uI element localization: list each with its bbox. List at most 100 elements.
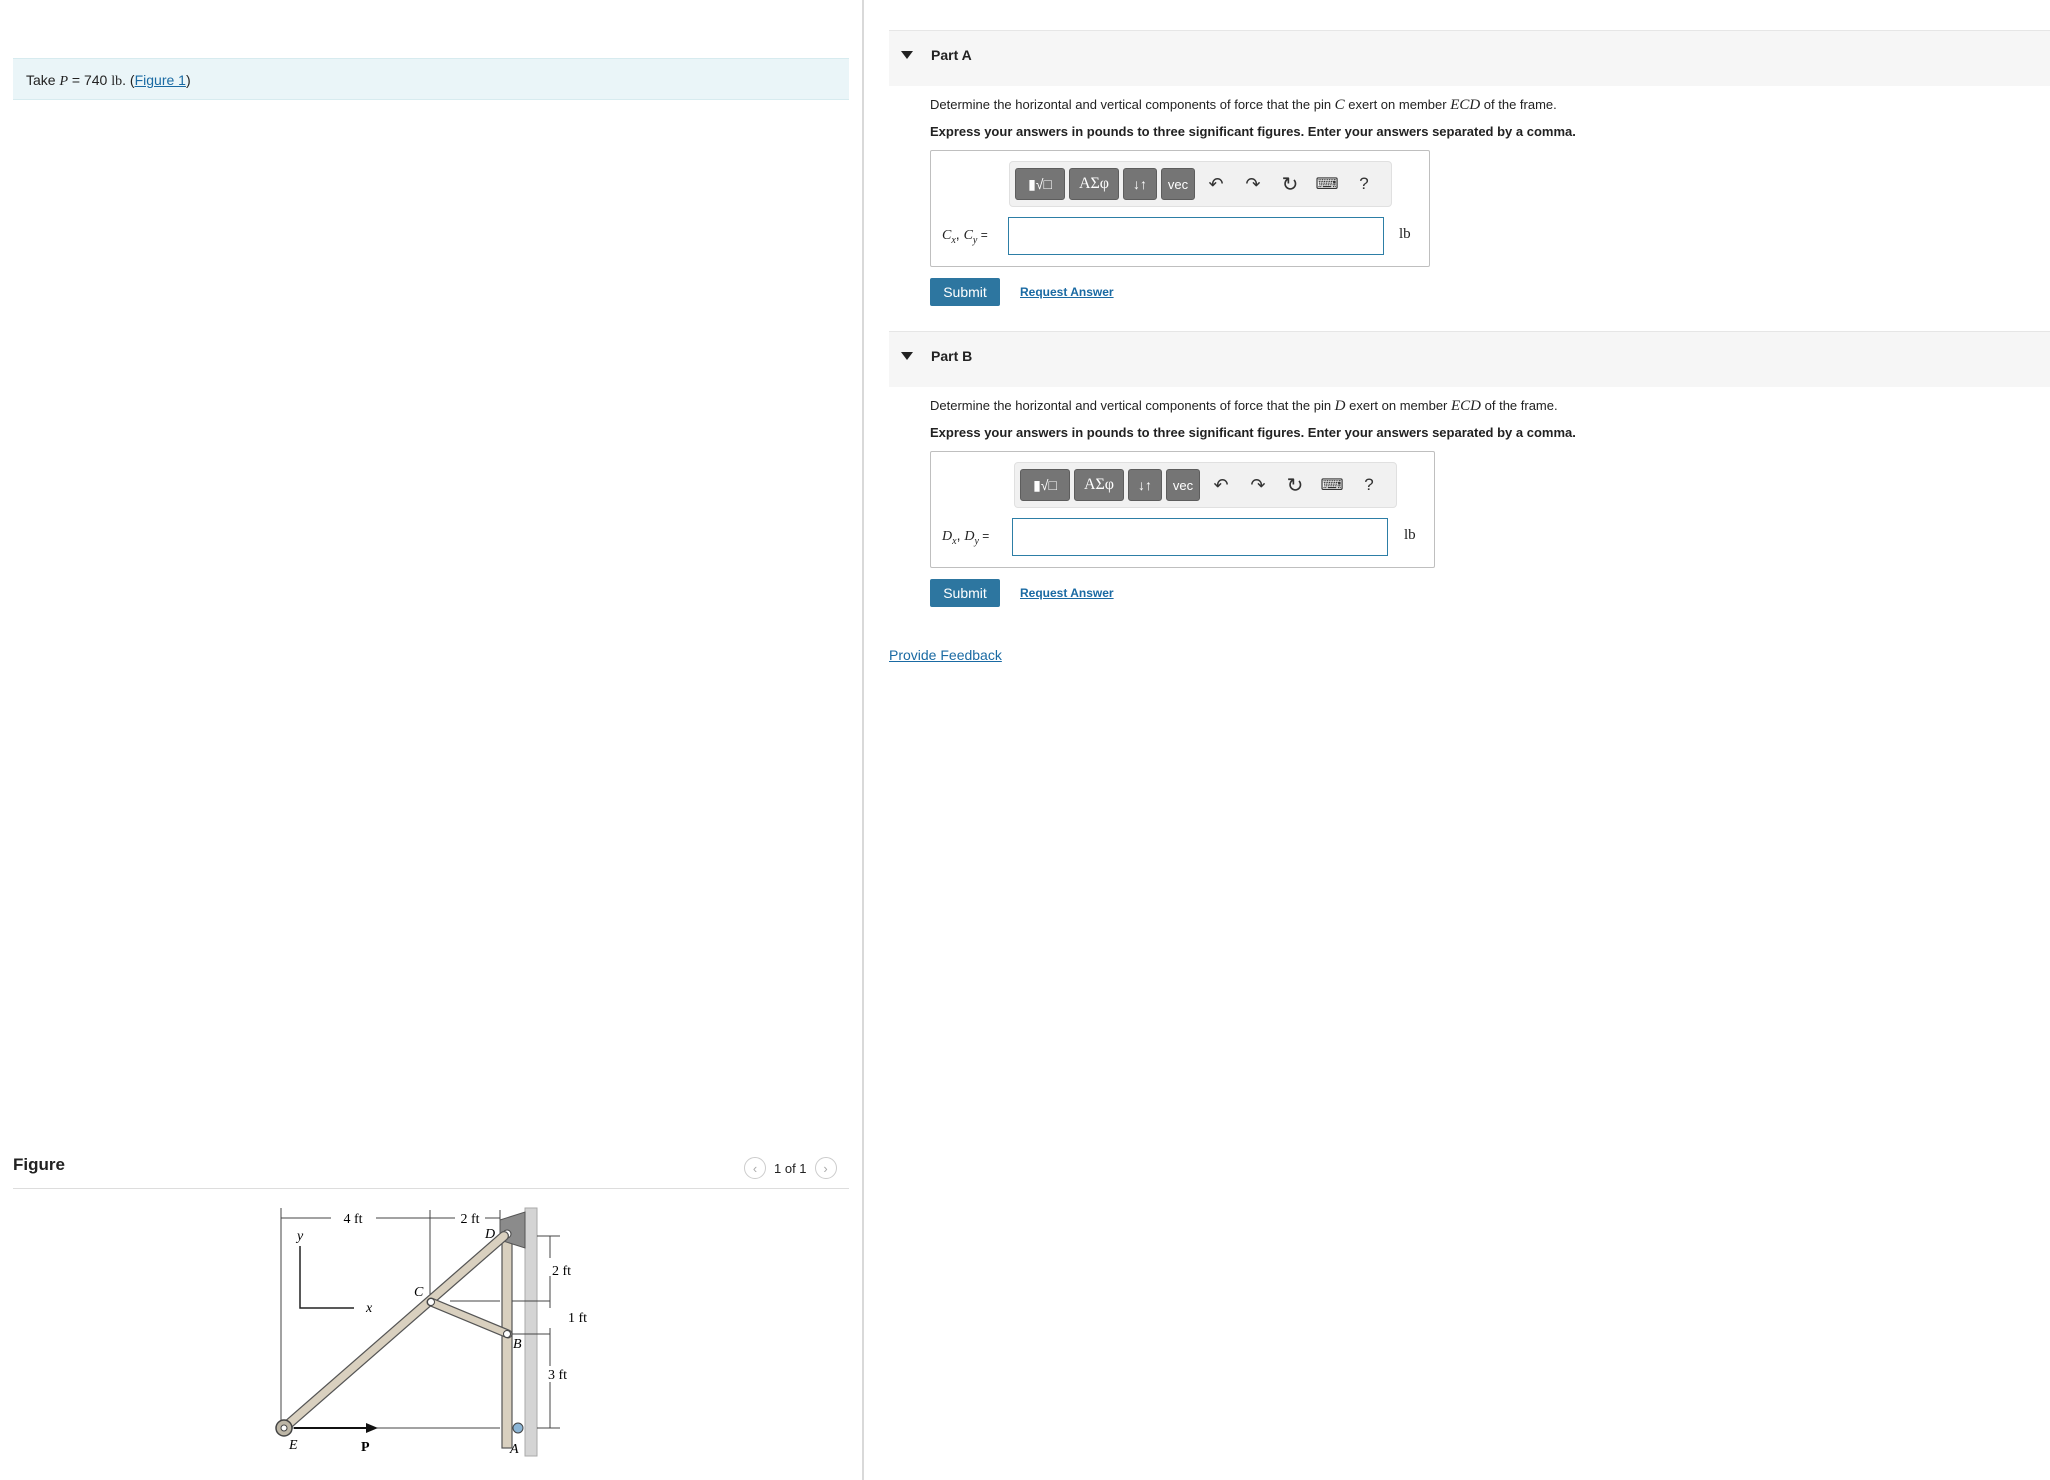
collapse-triangle-icon[interactable] xyxy=(901,51,913,59)
pin-B xyxy=(503,1330,511,1338)
q-text-post: of the frame. xyxy=(1481,398,1558,413)
keyboard-icon[interactable]: ⌨ xyxy=(1314,170,1340,198)
part-b-title: Part B xyxy=(931,348,973,364)
redo-icon[interactable]: ↷ xyxy=(1245,471,1271,499)
q-pin: D xyxy=(1334,398,1346,414)
reset-icon[interactable]: ↻ xyxy=(1282,471,1308,499)
figure-divider xyxy=(13,1188,849,1189)
part-b-answer-label: Dx, Dy = xyxy=(942,527,990,547)
part-a-header[interactable]: Part A xyxy=(889,30,2050,86)
part-a-unit: lb xyxy=(1399,226,1411,242)
part-a-answer-box: ▮√□ ΑΣφ ↓↑ vec ↶ ↷ ↻ ⌨ ? Cx, Cy = lb xyxy=(930,150,1430,267)
dim-2ft-right-label: 2 ft xyxy=(552,1264,571,1279)
label-var-b: D xyxy=(964,529,975,544)
label-D: D xyxy=(484,1227,495,1242)
reset-icon[interactable]: ↻ xyxy=(1277,170,1303,198)
intro-unit: lb xyxy=(111,74,123,89)
collapse-triangle-icon[interactable] xyxy=(901,352,913,360)
arrows-button[interactable]: ↓↑ xyxy=(1123,168,1157,200)
part-b-unit: lb xyxy=(1404,527,1416,543)
dim-3ft-label: 3 ft xyxy=(548,1368,567,1383)
part-a-submit-button[interactable]: Submit xyxy=(930,278,1000,306)
label-sub-a: x xyxy=(952,535,957,547)
q-member: ECD xyxy=(1451,398,1482,414)
intro-punct: . ( xyxy=(122,72,135,88)
label-var-a: C xyxy=(942,228,952,243)
intro-variable: P xyxy=(59,74,69,89)
label-equals: = xyxy=(977,228,988,242)
intro-value: = 740 xyxy=(68,72,112,88)
part-a-request-answer-link[interactable]: Request Answer xyxy=(1020,285,1114,299)
redo-icon[interactable]: ↷ xyxy=(1240,170,1266,198)
part-b-answer-box: ▮√□ ΑΣφ ↓↑ vec ↶ ↷ ↻ ⌨ ? Dx, Dy = lb xyxy=(930,451,1435,568)
label-P: P xyxy=(361,1440,370,1455)
member-ECD xyxy=(280,1232,508,1432)
dim-1ft-label: 1 ft xyxy=(568,1311,587,1326)
axis-x-label: x xyxy=(365,1301,373,1316)
support-A xyxy=(512,1422,524,1434)
label-var-a: D xyxy=(942,529,953,544)
axis-y-label: y xyxy=(295,1229,304,1244)
q-text-mid: exert on member xyxy=(1344,97,1451,112)
undo-icon[interactable]: ↶ xyxy=(1208,471,1234,499)
arrows-button[interactable]: ↓↑ xyxy=(1128,469,1162,501)
figure-heading: Figure xyxy=(13,1155,65,1174)
figure-link[interactable]: Figure 1 xyxy=(135,72,186,88)
help-icon[interactable]: ? xyxy=(1356,471,1382,499)
label-E: E xyxy=(288,1438,298,1453)
label-C: C xyxy=(414,1285,424,1300)
label-sub-a: x xyxy=(951,234,956,246)
q-member: ECD xyxy=(1450,97,1481,113)
part-b-answer-input[interactable] xyxy=(1012,518,1388,556)
templates-button[interactable]: ▮√□ xyxy=(1020,469,1070,501)
pin-C xyxy=(427,1298,435,1306)
part-a-instruction: Express your answers in pounds to three … xyxy=(930,124,1576,139)
pager-count: 1 of 1 xyxy=(774,1160,807,1176)
vector-button[interactable]: vec xyxy=(1161,168,1195,200)
part-b-header[interactable]: Part B xyxy=(889,331,2050,387)
problem-statement: Take P = 740 lb. (Figure 1) xyxy=(13,58,849,100)
intro-text: Take xyxy=(26,72,56,88)
part-b-instruction: Express your answers in pounds to three … xyxy=(930,425,1576,440)
label-equals: = xyxy=(978,529,990,543)
part-a-title: Part A xyxy=(931,47,972,63)
vector-button[interactable]: vec xyxy=(1166,469,1200,501)
intro-close: ) xyxy=(185,72,191,88)
force-P-arrowhead xyxy=(366,1423,378,1433)
wall xyxy=(524,1207,538,1457)
part-a-question: Determine the horizontal and vertical co… xyxy=(930,97,1557,114)
label-A: A xyxy=(509,1442,519,1457)
part-a-answer-label: Cx, Cy = xyxy=(942,226,988,246)
answer-pane: Part A Determine the horizontal and vert… xyxy=(864,0,2050,1480)
q-text: Determine the horizontal and vertical co… xyxy=(930,398,1335,413)
help-icon[interactable]: ? xyxy=(1351,170,1377,198)
q-text-post: of the frame. xyxy=(1480,97,1557,112)
part-b-submit-button[interactable]: Submit xyxy=(930,579,1000,607)
axis-lines xyxy=(299,1246,354,1309)
greek-symbols-button[interactable]: ΑΣφ xyxy=(1069,168,1119,200)
undo-icon[interactable]: ↶ xyxy=(1203,170,1229,198)
dim-4ft-label: 4 ft xyxy=(343,1212,362,1227)
templates-button[interactable]: ▮√□ xyxy=(1015,168,1065,200)
frame-figure: 4 ft 2 ft y x 2 ft 1 ft 3 ft D C B A E P xyxy=(275,1207,587,1457)
provide-feedback-link[interactable]: Provide Feedback xyxy=(889,647,1002,663)
label-var-b: C xyxy=(963,228,973,243)
member-CB xyxy=(427,1298,512,1338)
part-b-question: Determine the horizontal and vertical co… xyxy=(930,398,1558,415)
math-toolbar: ▮√□ ΑΣφ ↓↑ vec ↶ ↷ ↻ ⌨ ? xyxy=(1009,161,1392,207)
part-b-request-answer-link[interactable]: Request Answer xyxy=(1020,586,1114,600)
dim-2ft-top-label: 2 ft xyxy=(460,1212,479,1227)
math-toolbar: ▮√□ ΑΣφ ↓↑ vec ↶ ↷ ↻ ⌨ ? xyxy=(1014,462,1397,508)
chevron-right-icon[interactable]: › xyxy=(814,1157,837,1179)
label-B: B xyxy=(513,1337,522,1352)
problem-pane: Take P = 740 lb. (Figure 1) Figure ‹ 1 o… xyxy=(0,0,864,1480)
chevron-left-icon[interactable]: ‹ xyxy=(744,1157,766,1179)
figure-pager: ‹ 1 of 1 › xyxy=(744,1157,837,1179)
q-pin: C xyxy=(1334,97,1345,113)
q-text: Determine the horizontal and vertical co… xyxy=(930,97,1335,112)
q-text-mid: exert on member xyxy=(1345,398,1452,413)
keyboard-icon[interactable]: ⌨ xyxy=(1319,471,1345,499)
pin-E-center xyxy=(280,1424,288,1432)
part-a-answer-input[interactable] xyxy=(1008,217,1384,255)
greek-symbols-button[interactable]: ΑΣφ xyxy=(1074,469,1124,501)
